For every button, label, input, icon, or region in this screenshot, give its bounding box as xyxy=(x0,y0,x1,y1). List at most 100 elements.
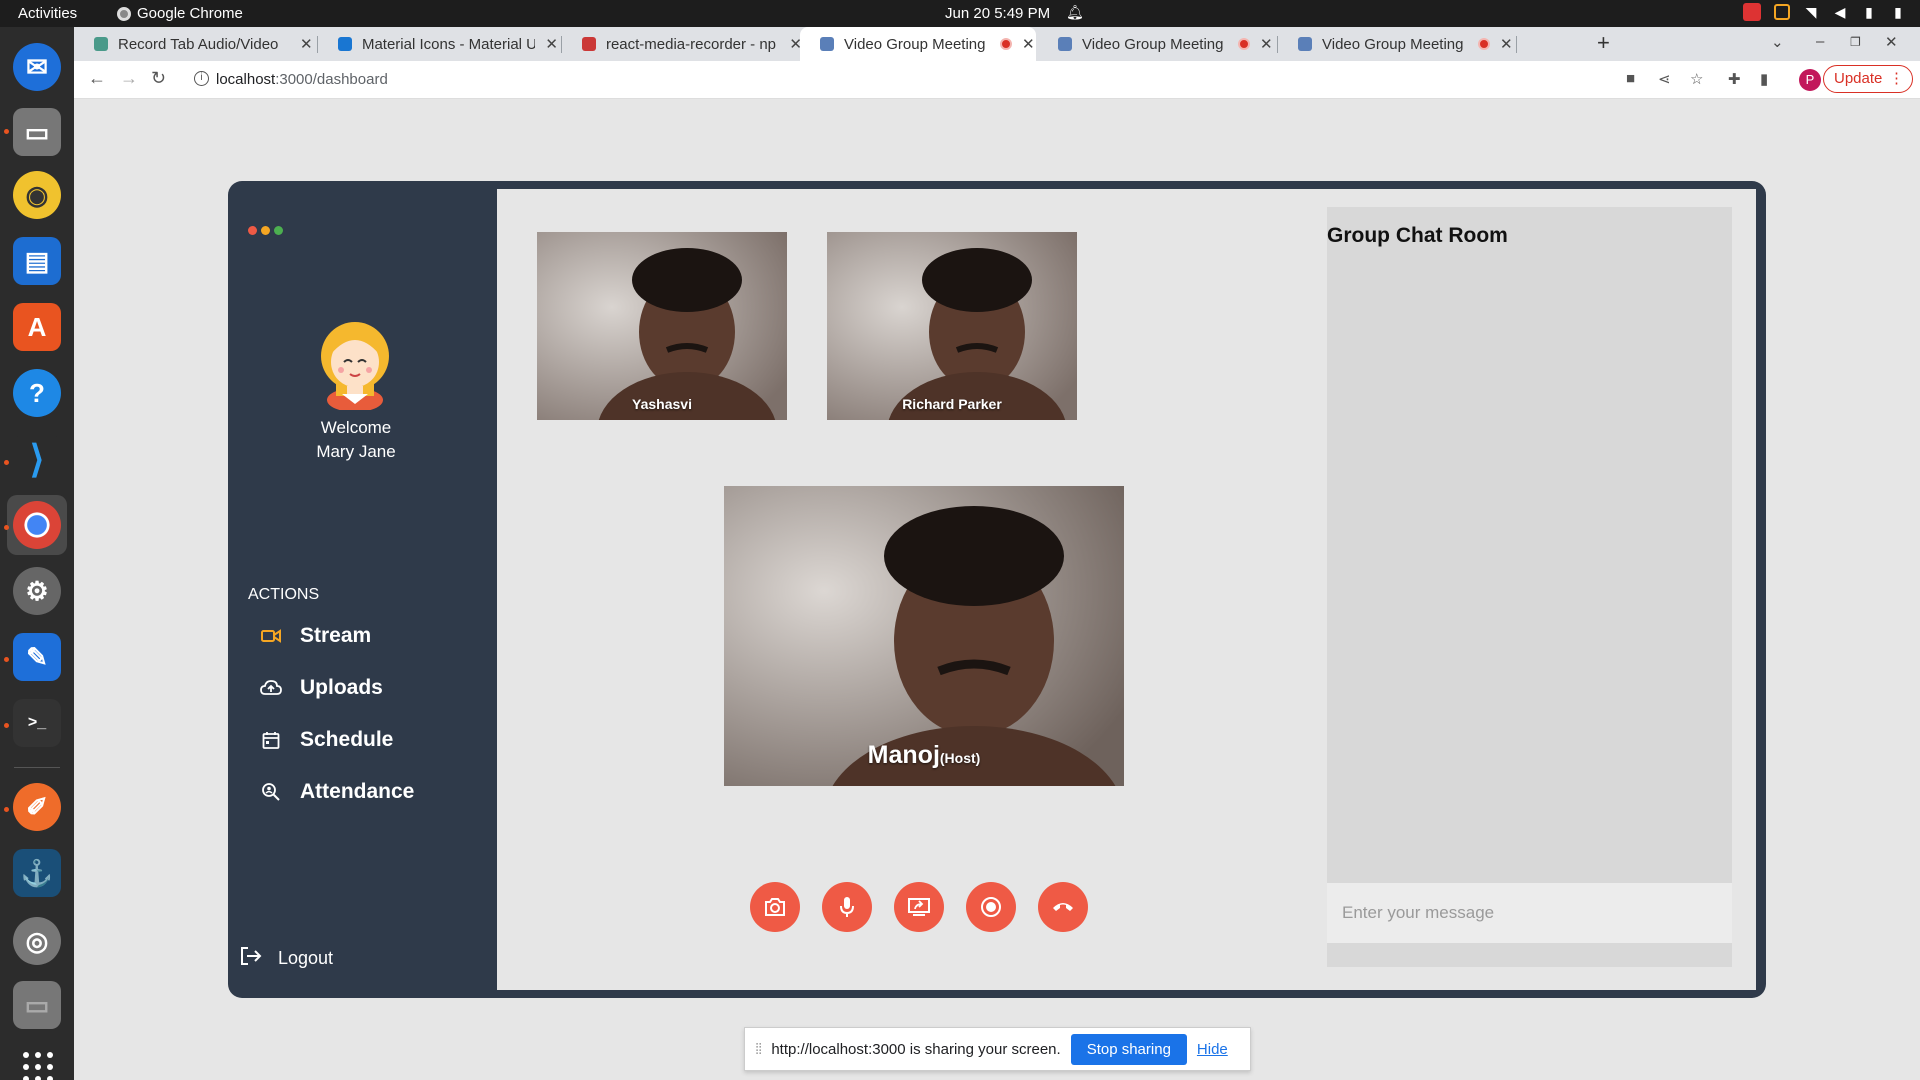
tab-favicon-icon xyxy=(1058,37,1072,51)
rhythmbox-icon[interactable]: ◉ xyxy=(13,171,61,219)
text-editor-icon[interactable]: ✎ xyxy=(13,633,61,681)
tab-record-tab[interactable]: Record Tab Audio/Video ✕ xyxy=(74,27,314,61)
share-icon[interactable]: ⋖ xyxy=(1658,70,1671,88)
profile-avatar[interactable]: P xyxy=(1799,69,1821,91)
postman-icon[interactable]: ✐ xyxy=(13,783,61,831)
screen-recording-indicator-icon[interactable] xyxy=(1743,3,1761,21)
camera-toggle-button[interactable] xyxy=(750,882,800,932)
participant-video-feed xyxy=(827,232,1077,420)
tab-video-group-meeting-active[interactable]: Video Group Meeting ✕ xyxy=(800,27,1036,61)
tab-search-icon[interactable]: ⌄ xyxy=(1771,33,1784,51)
group-chat-panel: Group Chat Room xyxy=(1327,207,1732,967)
app-menu[interactable]: Google Chrome xyxy=(117,5,243,22)
recording-indicator-icon xyxy=(1238,38,1250,50)
url-field[interactable]: localhost:3000/dashboard xyxy=(216,71,388,88)
tab-favicon-icon xyxy=(1298,37,1312,51)
app-name: Google Chrome xyxy=(137,5,243,22)
tab-favicon-icon xyxy=(820,37,834,51)
record-button[interactable] xyxy=(966,882,1016,932)
files-icon[interactable]: ▭ xyxy=(13,108,61,156)
sharing-message: http://localhost:3000 is sharing your sc… xyxy=(771,1040,1061,1058)
tab-video-group-meeting-2[interactable]: Video Group Meeting ✕ xyxy=(1038,27,1274,61)
microphone-toggle-button[interactable] xyxy=(822,882,872,932)
drive-icon[interactable]: ▭ xyxy=(13,981,61,1029)
close-tab-icon[interactable]: ✕ xyxy=(300,35,313,53)
tab-title: Record Tab Audio/Video xyxy=(118,35,279,53)
vscode-icon[interactable]: ⟩ xyxy=(13,435,61,483)
close-tab-icon[interactable]: ✕ xyxy=(545,35,558,53)
tab-video-group-meeting-3[interactable]: Video Group Meeting ✕ xyxy=(1278,27,1514,61)
battery-icon[interactable]: ▮ xyxy=(1890,4,1906,20)
side-panel-icon[interactable]: ▮ xyxy=(1760,70,1768,88)
logout-button[interactable]: Logout xyxy=(240,946,333,971)
yellow-dot xyxy=(261,226,270,235)
chrome-icon xyxy=(117,6,131,21)
participant-video-tile[interactable]: Richard Parker xyxy=(827,232,1077,420)
sidebar-item-attendance[interactable]: Attendance xyxy=(260,780,414,804)
wifi-icon[interactable]: ◥ xyxy=(1803,4,1819,20)
screencast-icon[interactable] xyxy=(1774,4,1790,20)
leave-call-button[interactable] xyxy=(1038,882,1088,932)
url-path: :3000/dashboard xyxy=(275,71,388,88)
chat-title: Group Chat Room xyxy=(1327,224,1508,247)
close-tab-icon[interactable]: ✕ xyxy=(1500,35,1513,53)
software-center-icon[interactable]: A xyxy=(13,303,61,351)
drag-handle-icon[interactable]: ⁞⁞ xyxy=(755,1041,762,1058)
microphone-tray-icon[interactable]: ▮ xyxy=(1861,4,1877,20)
calendar-icon xyxy=(260,729,282,751)
system-tray[interactable]: ◥ ◀ ▮ ▮ xyxy=(1743,3,1906,21)
sidebar-item-uploads[interactable]: Uploads xyxy=(260,676,383,700)
tab-favicon-icon xyxy=(582,37,596,51)
forward-arrow-icon[interactable]: → xyxy=(120,68,138,89)
settings-icon[interactable]: ⚙ xyxy=(13,567,61,615)
chat-message-input[interactable] xyxy=(1327,883,1732,943)
url-host: localhost xyxy=(216,71,276,88)
close-tab-icon[interactable]: ✕ xyxy=(1260,35,1273,53)
bookmark-star-icon[interactable]: ☆ xyxy=(1690,70,1703,88)
running-indicator xyxy=(4,129,9,134)
clock[interactable]: Jun 20 5:49 PM xyxy=(945,5,1050,22)
back-arrow-icon[interactable]: ← xyxy=(88,68,106,89)
host-suffix: (Host) xyxy=(939,750,981,766)
welcome-text: Welcome Mary Jane xyxy=(228,416,484,464)
participant-name: Yashasvi xyxy=(632,396,692,412)
site-info-icon[interactable]: i xyxy=(194,71,209,86)
stop-sharing-button[interactable]: Stop sharing xyxy=(1070,1033,1187,1065)
minimize-icon[interactable]: – xyxy=(1816,33,1824,50)
host-label: Manoj(Host) xyxy=(724,741,1124,770)
tab-title: Material Icons - Material U xyxy=(361,35,536,53)
show-applications-icon[interactable] xyxy=(23,1052,53,1080)
host-video-tile[interactable]: Manoj(Host) xyxy=(724,486,1124,786)
chrome-dock-icon[interactable] xyxy=(13,501,61,549)
volume-icon[interactable]: ◀ xyxy=(1832,4,1848,20)
logout-icon xyxy=(240,946,262,971)
thunderbird-icon[interactable]: ✉ xyxy=(13,43,61,91)
new-tab-icon[interactable]: + xyxy=(1597,30,1610,56)
writer-icon[interactable]: ▤ xyxy=(13,237,61,285)
camera-in-use-icon[interactable]: ■ xyxy=(1626,70,1635,87)
restore-icon[interactable]: ❐ xyxy=(1850,35,1861,49)
hang-up-icon xyxy=(1053,903,1073,911)
disk-icon[interactable]: ◎ xyxy=(13,917,61,965)
running-indicator xyxy=(4,807,9,812)
tab-separator xyxy=(1516,36,1517,53)
participant-video-tile[interactable]: Yashasvi xyxy=(537,232,787,420)
update-button[interactable]: Update ⋮ xyxy=(1823,65,1913,93)
tab-react-media-recorder[interactable]: react-media-recorder - np ✕ xyxy=(562,27,802,61)
page-viewport: Welcome Mary Jane ACTIONS Stream Uploads xyxy=(74,99,1920,1080)
activities-button[interactable]: Activities xyxy=(18,5,77,22)
mysql-workbench-icon[interactable]: ⚓ xyxy=(13,849,61,897)
screen-share-button[interactable] xyxy=(894,882,944,932)
help-icon[interactable]: ? xyxy=(13,369,61,417)
reload-icon[interactable]: ↻ xyxy=(151,68,166,89)
close-tab-icon[interactable]: ✕ xyxy=(1022,35,1035,53)
recording-indicator-icon xyxy=(1000,38,1012,50)
terminal-icon[interactable]: >_ xyxy=(13,699,61,747)
close-window-icon[interactable]: ✕ xyxy=(1885,33,1898,51)
tab-material-icons[interactable]: Material Icons - Material U ✕ xyxy=(318,27,558,61)
sidebar-item-schedule[interactable]: Schedule xyxy=(260,728,393,752)
hide-sharing-bar-link[interactable]: Hide xyxy=(1197,1041,1228,1058)
tab-favicon-icon xyxy=(94,37,108,51)
extensions-icon[interactable]: ✚ xyxy=(1728,70,1741,88)
sidebar-item-stream[interactable]: Stream xyxy=(260,624,371,648)
